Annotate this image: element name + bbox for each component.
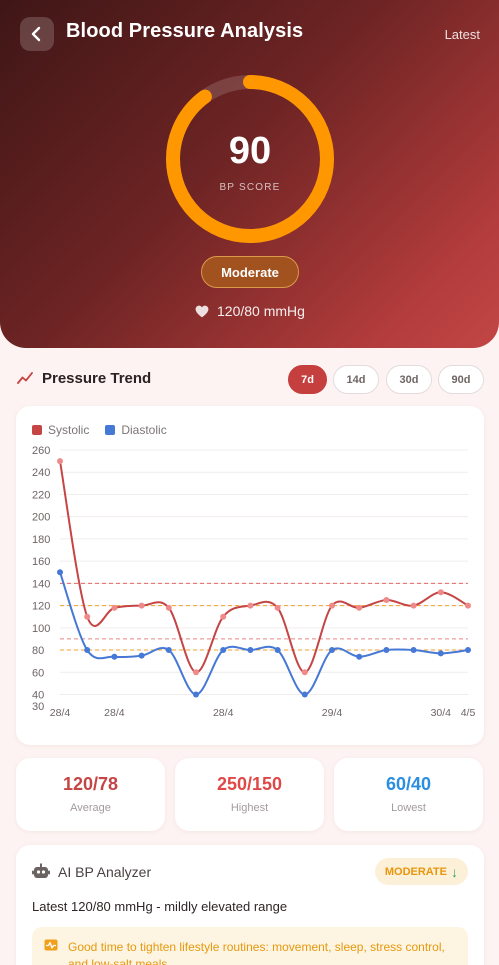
data-point-diastolic	[301, 691, 308, 698]
x-tick-label: 30/4	[431, 707, 452, 719]
pressure-trend-title: Pressure Trend	[42, 370, 152, 387]
back-button[interactable]	[20, 17, 54, 51]
data-point-systolic	[301, 669, 308, 676]
stat-value-lowest: 60/40	[385, 774, 432, 794]
hero-header: Blood Pressure Analysis Latest 90 BP SCO…	[0, 0, 499, 348]
status-badge: Moderate	[201, 256, 299, 288]
y-tick-label: 160	[32, 556, 50, 568]
data-point-diastolic	[111, 653, 118, 660]
arrow-down-icon: ↓	[451, 863, 458, 880]
y-tick-label: 180	[32, 534, 50, 546]
latest-reading-text: 120/80 mmHg	[217, 303, 305, 319]
legend-item-diastolic: Diastolic	[105, 423, 167, 437]
y-tick-label: 140	[32, 578, 50, 590]
bp-score-value: 90	[228, 130, 272, 172]
data-point-systolic	[57, 458, 63, 465]
data-point-diastolic	[193, 691, 199, 698]
latest-label[interactable]: Latest	[445, 27, 480, 42]
range-30d-button[interactable]: 30d	[386, 365, 432, 394]
data-point-systolic	[356, 604, 363, 611]
page-title: Blood Pressure Analysis	[66, 20, 304, 42]
y-tick-label: 80	[32, 645, 44, 657]
data-point-diastolic	[383, 647, 390, 654]
stat-label-highest: Highest	[230, 802, 269, 814]
data-point-systolic	[84, 613, 91, 620]
y-tick-label: 220	[32, 489, 50, 501]
activity-monitor-icon	[44, 939, 58, 951]
y-tick-label: 120	[32, 601, 50, 613]
legend-swatch-diastolic	[105, 425, 116, 435]
chart-legend: Systolic Diastolic	[32, 423, 167, 437]
ai-tip-text: Good time to tighten lifestyle routines:…	[68, 940, 445, 965]
latest-reading: 120/80 mmHg	[195, 303, 305, 319]
data-point-diastolic	[247, 647, 254, 654]
data-point-systolic	[111, 604, 118, 611]
ai-status-badge-label: MODERATE	[384, 865, 447, 878]
legend-item-systolic: Systolic	[32, 423, 89, 437]
ai-tip-box: Good time to tighten lifestyle routines:…	[32, 927, 468, 965]
data-point-systolic	[437, 589, 444, 596]
stat-card-lowest: 60/40 Lowest	[334, 758, 483, 831]
data-point-diastolic	[356, 653, 363, 660]
stat-label-average: Average	[70, 802, 111, 814]
data-point-diastolic	[329, 647, 335, 654]
x-tick-label: 4/5	[461, 707, 476, 719]
range-90d-button[interactable]: 90d	[438, 365, 484, 394]
data-point-systolic	[465, 602, 471, 609]
data-point-diastolic	[220, 647, 227, 654]
data-point-systolic	[410, 602, 417, 609]
data-point-diastolic	[437, 650, 444, 657]
robot-icon	[32, 863, 50, 878]
pressure-trend-chart: 260 240 220 200 180 160 140 120 100 80 60 40 30 28/4 2…	[16, 406, 484, 745]
x-tick-label: 28/4	[50, 707, 71, 719]
data-point-diastolic	[57, 569, 63, 576]
data-point-diastolic	[274, 647, 281, 654]
data-point-systolic	[165, 604, 172, 611]
legend-label-diastolic: Diastolic	[121, 423, 167, 437]
chart-canvas: 260 240 220 200 180 160 140 120 100 80 60 4030 28/4 2…	[32, 445, 476, 719]
x-tick-label: 28/4	[213, 707, 234, 719]
data-point-diastolic	[465, 647, 471, 654]
legend-label-systolic: Systolic	[48, 423, 90, 437]
data-point-diastolic	[165, 647, 172, 654]
data-point-diastolic	[138, 652, 145, 659]
ai-summary-text: Latest 120/80 mmHg - mildly elevated ran…	[32, 899, 288, 914]
bp-score-label: BP SCORE	[219, 182, 281, 193]
range-7d-button[interactable]: 7d	[288, 365, 327, 394]
pressure-trend-header: Pressure Trend 7d 14d 30d 90d	[17, 365, 484, 395]
y-tick-label: 200	[32, 512, 50, 524]
y-tick-label: 60	[32, 667, 44, 679]
stat-value-highest: 250/150	[216, 774, 283, 794]
range-14d-button[interactable]: 14d	[333, 365, 379, 394]
data-point-systolic	[193, 669, 199, 676]
series-line-diastolic	[59, 571, 469, 696]
legend-swatch-systolic	[32, 425, 42, 435]
data-point-diastolic	[84, 647, 91, 654]
trend-line-icon	[17, 372, 33, 384]
y-tick-label: 260	[32, 445, 50, 457]
data-point-systolic	[383, 597, 390, 604]
data-point-diastolic	[410, 647, 417, 654]
stat-value-average: 120/78	[62, 774, 119, 794]
x-tick-label: 28/4	[104, 707, 125, 719]
stat-card-highest: 250/150 Highest	[175, 758, 324, 831]
data-point-systolic	[220, 613, 227, 620]
y-tick-label: 240	[32, 467, 50, 479]
stat-label-lowest: Lowest	[391, 802, 426, 814]
ai-analyzer-title: AI BP Analyzer	[58, 864, 152, 880]
data-point-systolic	[329, 602, 335, 609]
y-tick-label: 30	[32, 701, 44, 713]
y-tick-label: 40	[32, 690, 44, 702]
data-point-systolic	[247, 602, 254, 609]
y-tick-label: 100	[32, 623, 50, 635]
series-line-systolic	[59, 460, 469, 674]
heart-icon	[195, 305, 209, 317]
x-tick-label: 29/4	[322, 707, 343, 719]
stat-card-average: 120/78 Average	[16, 758, 165, 831]
data-point-systolic	[138, 602, 145, 609]
ai-analyzer-card: AI BP Analyzer MODERATE ↓ Latest 120/80 …	[16, 845, 484, 965]
ai-status-badge: MODERATE ↓	[374, 858, 468, 885]
data-point-systolic	[274, 604, 281, 611]
chevron-left-icon	[31, 26, 41, 42]
